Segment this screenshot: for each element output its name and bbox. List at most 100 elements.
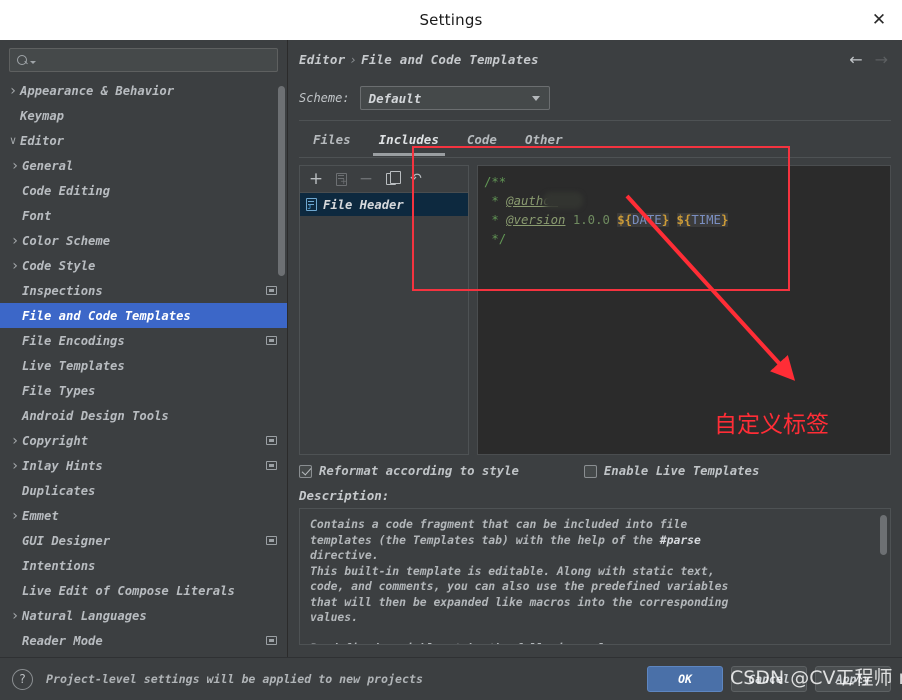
sidebar-item-label: File Types: [22, 383, 96, 398]
sidebar-item-gui-designer[interactable]: GUI Designer: [0, 528, 287, 553]
chevron-down-icon: [531, 95, 540, 101]
reformat-checkbox[interactable]: [299, 464, 312, 478]
sidebar-item-font[interactable]: Font: [0, 203, 287, 228]
search-box[interactable]: [9, 48, 278, 72]
description-paragraph-2: This built-in template is editable. Alon…: [310, 563, 729, 625]
sidebar-item-inlay-hints[interactable]: Inlay Hints: [0, 453, 287, 478]
chevron-right-icon[interactable]: [8, 159, 22, 173]
template-list-item[interactable]: File Header: [300, 193, 468, 216]
sidebar-item-code-editing[interactable]: Code Editing: [0, 178, 287, 203]
sidebar-item-copyright[interactable]: Copyright: [0, 428, 287, 453]
sidebar-item-label: Live Templates: [22, 358, 125, 373]
sidebar-item-label: File Encodings: [22, 333, 125, 348]
project-scope-icon: [266, 336, 277, 345]
sidebar-item-appearance-behavior[interactable]: Appearance & Behavior: [0, 78, 287, 103]
sidebar-item-file-and-code-templates[interactable]: File and Code Templates: [0, 303, 287, 328]
templates-content: + + − ↶ File Header /** * @author * @ver…: [299, 165, 891, 455]
sidebar-item-reader-mode[interactable]: Reader Mode: [0, 628, 287, 653]
chevron-right-icon[interactable]: [8, 459, 22, 473]
sidebar-item-code-style[interactable]: Code Style: [0, 253, 287, 278]
scheme-select[interactable]: Default: [359, 86, 550, 110]
arrow-left-icon[interactable]: ←: [849, 52, 862, 68]
code-text: 1.0.0: [565, 213, 618, 227]
scheme-value: Default: [368, 90, 422, 106]
description-paragraph-3: Predefined variables take the following …: [310, 641, 880, 645]
sidebar-item-file-encodings[interactable]: File Encodings: [0, 328, 287, 353]
sidebar-item-emmet[interactable]: Emmet: [0, 503, 287, 528]
copy-icon: [386, 171, 401, 185]
chevron-right-icon[interactable]: [8, 234, 22, 248]
sidebar-item-label: Live Edit of Compose Literals: [22, 583, 235, 598]
sidebar-item-label: Editor: [20, 133, 65, 148]
file-plus-icon: +: [335, 172, 348, 186]
cancel-button[interactable]: Cancel: [731, 666, 807, 692]
add-template-button[interactable]: +: [305, 169, 327, 190]
description-p1-text: Contains a code fragment that can be inc…: [310, 517, 688, 547]
chevron-right-icon[interactable]: [8, 609, 22, 623]
chevron-right-icon[interactable]: [8, 509, 22, 523]
description-p1-bold: #parse: [659, 532, 701, 547]
question-mark-icon[interactable]: ?: [12, 668, 33, 690]
close-icon[interactable]: ✕: [866, 7, 892, 33]
breadcrumb-separator: ›: [349, 52, 358, 67]
chevron-right-icon[interactable]: [8, 259, 22, 273]
copy-template-button[interactable]: +: [330, 169, 352, 190]
project-scope-icon: [266, 461, 277, 470]
window-title: Settings: [419, 11, 483, 29]
tab-files[interactable]: Files: [299, 128, 365, 156]
duplicate-template-button[interactable]: [380, 169, 402, 190]
settings-detail-panel: Editor › File and Code Templates ← → Schem…: [288, 40, 902, 657]
dialog-footer: ? Project-level settings will be applied…: [0, 657, 902, 700]
scheme-row: Scheme: Default: [299, 86, 550, 110]
sidebar-item-intentions[interactable]: Intentions: [0, 553, 287, 578]
apply-button[interactable]: Apply: [815, 666, 891, 692]
tab-code[interactable]: Code: [453, 128, 511, 156]
dialog-buttons: OK Cancel Apply: [647, 666, 891, 692]
sidebar-item-label: GUI Designer: [22, 533, 111, 548]
code-line: */: [484, 230, 890, 249]
project-scope-icon: [266, 536, 277, 545]
chevron-right-icon[interactable]: [8, 434, 22, 448]
template-editor[interactable]: /** * @author * @version 1.0.0 ${DATE} $…: [477, 165, 891, 455]
sidebar-item-file-types[interactable]: File Types: [0, 378, 287, 403]
java-file-icon: [306, 198, 317, 211]
chevron-down-icon[interactable]: [6, 135, 20, 147]
reset-template-button[interactable]: ↶: [405, 169, 427, 190]
settings-tree: Appearance & Behavior Keymap Editor General…: [0, 78, 287, 653]
tab-other[interactable]: Other: [511, 128, 577, 156]
sidebar-item-keymap[interactable]: Keymap: [0, 103, 287, 128]
sidebar-item-label: File and Code Templates: [22, 308, 191, 323]
chevron-down-icon: [30, 60, 36, 64]
project-scope-icon: [266, 286, 277, 295]
breadcrumb-parent[interactable]: Editor: [299, 52, 345, 67]
sidebar-item-duplicates[interactable]: Duplicates: [0, 478, 287, 503]
live-templates-checkbox[interactable]: [583, 464, 597, 478]
sidebar-scrollbar[interactable]: [278, 86, 285, 276]
sidebar-item-color-scheme[interactable]: Color Scheme: [0, 228, 287, 253]
remove-template-button[interactable]: −: [355, 169, 377, 190]
sidebar-item-live-templates[interactable]: Live Templates: [0, 353, 287, 378]
chevron-right-icon[interactable]: [6, 84, 20, 98]
settings-dialog: Settings ✕ Appearance & Behavior Keymap Ed…: [0, 0, 902, 700]
sidebar-item-live-edit-of-compose-literals[interactable]: Live Edit of Compose Literals: [0, 578, 287, 603]
sidebar-item-inspections[interactable]: Inspections: [0, 278, 287, 303]
redaction-smudge: [543, 192, 583, 209]
live-templates-label: Enable Live Templates: [603, 464, 760, 478]
sidebar-item-natural-languages[interactable]: Natural Languages: [0, 603, 287, 628]
sidebar-item-label: Appearance & Behavior: [20, 83, 175, 98]
arrow-right-icon[interactable]: →: [875, 52, 888, 68]
scheme-label: Scheme:: [299, 91, 350, 105]
code-line: /**: [484, 173, 890, 192]
tab-includes[interactable]: Includes: [365, 128, 453, 156]
sidebar-item-editor[interactable]: Editor: [0, 128, 287, 153]
search-input[interactable]: [40, 53, 277, 67]
sidebar-item-general[interactable]: General: [0, 153, 287, 178]
sidebar-item-label: Duplicates: [22, 483, 96, 498]
sidebar-item-label: Copyright: [22, 433, 89, 448]
sidebar-item-android-design-tools[interactable]: Android Design Tools: [0, 403, 287, 428]
breadcrumb: Editor › File and Code Templates: [299, 52, 539, 67]
sidebar-item-label: Emmet: [22, 508, 59, 523]
ok-button[interactable]: OK: [647, 666, 723, 692]
description-scrollbar[interactable]: [880, 515, 887, 555]
code-line: * @version 1.0.0 ${DATE} ${TIME}: [484, 211, 890, 230]
